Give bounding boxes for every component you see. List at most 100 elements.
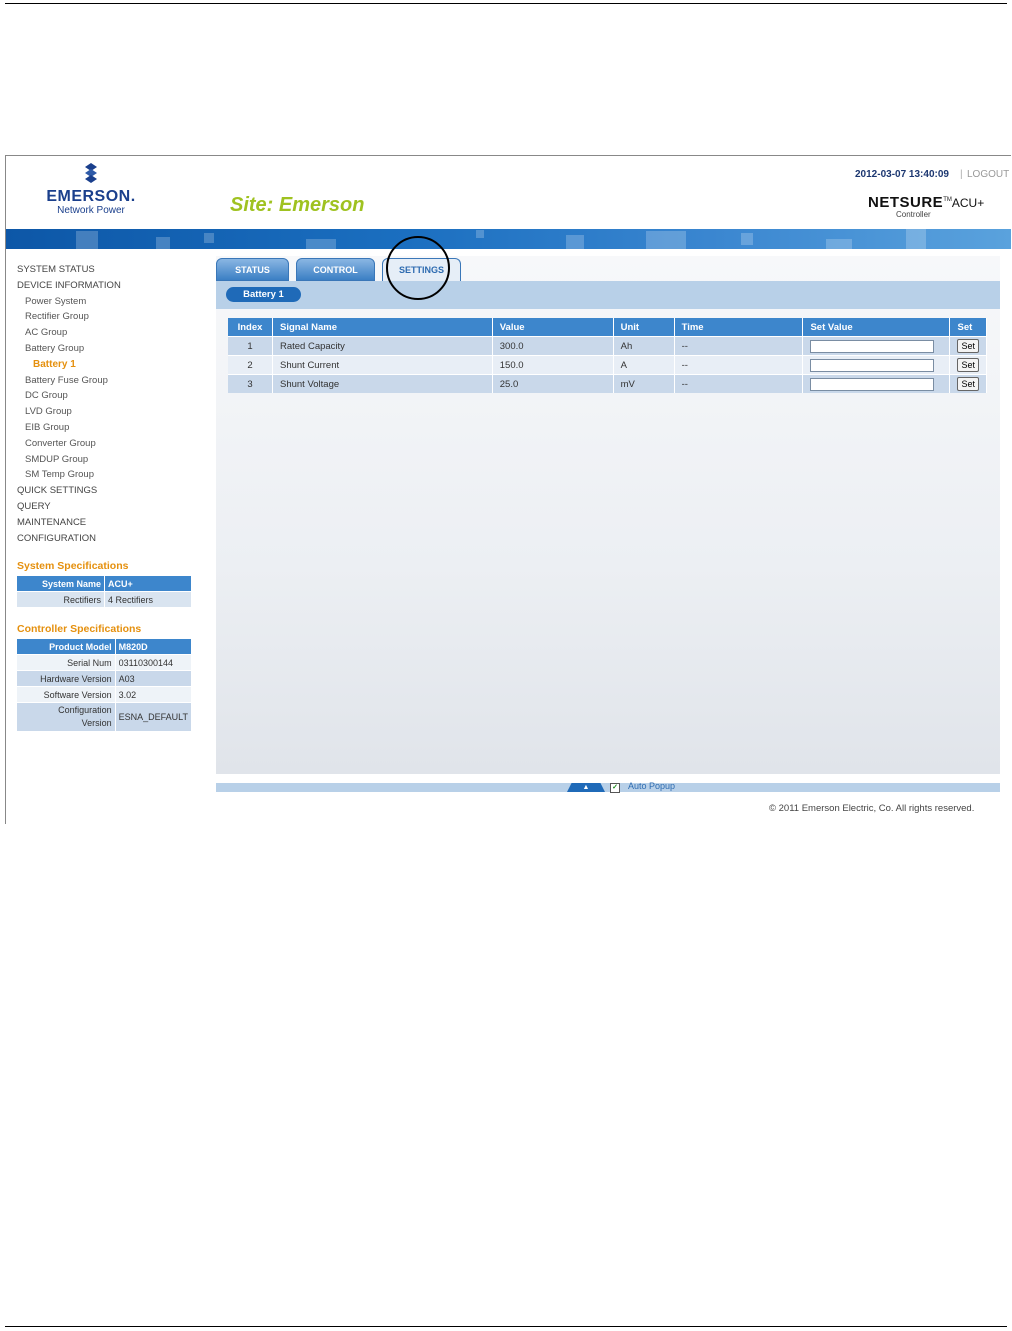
cell-unit: Ah (613, 336, 675, 356)
nav-item-battery-fuse-group[interactable]: Battery Fuse Group (17, 373, 121, 389)
col-time: Time (674, 318, 804, 337)
product-subtitle: Controller (896, 210, 931, 219)
nav-item-rectifier-group[interactable]: Rectifier Group (17, 309, 121, 325)
cell-time: -- (674, 336, 804, 356)
tab-bar: STATUS CONTROL SETTINGS (216, 258, 1000, 281)
site-title: Site: Emerson (230, 194, 365, 216)
spec-key: Serial Num (17, 654, 116, 671)
footer-bar (216, 783, 1000, 792)
cell-set-value (802, 355, 951, 375)
table-row: 1 Rated Capacity 300.0 Ah -- Set (228, 336, 987, 356)
cell-set: Set (949, 374, 987, 393)
nav-item-device-information[interactable]: DEVICE INFORMATION (17, 278, 121, 294)
cell-value: 150.0 (492, 355, 614, 375)
cell-index: 1 (228, 336, 273, 356)
nav-item-query[interactable]: QUERY (17, 499, 121, 515)
controller-specs-table: Product Model M820D Serial Num 031103001… (17, 639, 191, 732)
col-signal-name: Signal Name (272, 318, 493, 337)
brand-subtitle: Network Power (57, 205, 125, 216)
tab-status[interactable]: STATUS (216, 258, 289, 281)
spec-key: Rectifiers (17, 591, 105, 608)
nav-item-maintenance[interactable]: MAINTENANCE (17, 515, 121, 531)
collapse-arrow-icon[interactable]: ▲ (567, 783, 605, 792)
cell-unit: mV (613, 374, 675, 393)
spec-key: System Name (17, 576, 105, 592)
sidebar-nav: SYSTEM STATUS DEVICE INFORMATION Power S… (17, 262, 121, 546)
nav-item-converter-group[interactable]: Converter Group (17, 436, 121, 452)
cell-set: Set (949, 355, 987, 375)
device-subbar: Battery 1 (216, 281, 1000, 309)
spec-key: Product Model (17, 639, 116, 655)
product-tail: ACU+ (951, 196, 985, 210)
set-button[interactable]: Set (957, 377, 979, 391)
spec-row: Serial Num 03110300144 (17, 654, 191, 671)
spec-value: 4 Rectifiers (104, 591, 191, 608)
product-logo: NETSURETMACU+ Controller (868, 194, 985, 219)
brand-name: EMERSON. (46, 188, 136, 205)
header-banner (6, 229, 1011, 249)
table-row: 3 Shunt Voltage 25.0 mV -- Set (228, 374, 987, 393)
col-set: Set (949, 318, 987, 337)
cell-time: -- (674, 355, 804, 375)
device-pill-battery-1[interactable]: Battery 1 (226, 287, 301, 302)
set-value-input[interactable] (810, 358, 935, 372)
nav-item-eib-group[interactable]: EIB Group (17, 420, 121, 436)
nav-item-smdup-group[interactable]: SMDUP Group (17, 452, 121, 468)
set-value-input[interactable] (810, 339, 935, 353)
cell-value: 300.0 (492, 336, 614, 356)
cell-value: 25.0 (492, 374, 614, 393)
spec-key: Software Version (17, 686, 116, 703)
spec-value: A03 (115, 670, 191, 687)
nav-item-sm-temp-group[interactable]: SM Temp Group (17, 467, 121, 483)
nav-item-battery-group[interactable]: Battery Group (17, 341, 121, 357)
spec-row: Software Version 3.02 (17, 686, 191, 703)
system-specs-table: System Name ACU+ Rectifiers 4 Rectifiers (17, 576, 191, 608)
nav-item-dc-group[interactable]: DC Group (17, 388, 121, 404)
page-bottom-rule (5, 1326, 1007, 1327)
tab-control[interactable]: CONTROL (296, 258, 375, 281)
emerson-logo-icon (85, 163, 97, 183)
header: EMERSON. Network Power Site: Emerson 201… (6, 156, 1011, 229)
col-unit: Unit (613, 318, 675, 337)
nav-item-quick-settings[interactable]: QUICK SETTINGS (17, 483, 121, 499)
callout-circle (386, 236, 450, 300)
cell-index: 2 (228, 355, 273, 375)
set-button[interactable]: Set (957, 339, 979, 353)
col-index: Index (228, 318, 273, 337)
col-value: Value (492, 318, 614, 337)
nav-item-battery-1[interactable]: Battery 1 (17, 357, 121, 373)
spec-key: Configuration Version (17, 702, 116, 732)
set-value-input[interactable] (810, 377, 935, 391)
nav-item-system-status[interactable]: SYSTEM STATUS (17, 262, 121, 278)
nav-item-lvd-group[interactable]: LVD Group (17, 404, 121, 420)
cell-set-value (802, 336, 951, 356)
spec-key: Hardware Version (17, 670, 116, 687)
auto-popup-checkbox[interactable]: ✓ (610, 783, 620, 793)
table-row: 2 Shunt Current 150.0 A -- Set (228, 355, 987, 375)
copyright: © 2011 Emerson Electric, Co. All rights … (769, 803, 975, 814)
col-set-value: Set Value (802, 318, 951, 337)
cell-signal-name: Shunt Voltage (272, 374, 493, 393)
cell-set-value (802, 374, 951, 393)
set-button[interactable]: Set (957, 358, 979, 372)
spec-value: 03110300144 (115, 654, 191, 671)
header-separator: | (960, 169, 963, 180)
datetime: 2012-03-07 13:40:09 (855, 169, 949, 180)
logout-link[interactable]: LOGOUT (967, 169, 1009, 180)
spec-row: Hardware Version A03 (17, 670, 191, 687)
cell-signal-name: Rated Capacity (272, 336, 493, 356)
emerson-logo: EMERSON. Network Power (36, 162, 146, 216)
spec-value: M820D (115, 639, 191, 655)
nav-item-ac-group[interactable]: AC Group (17, 325, 121, 341)
spec-row: Product Model M820D (17, 639, 191, 655)
spec-row: System Name ACU+ (17, 576, 191, 592)
nav-item-power-system[interactable]: Power System (17, 294, 121, 310)
product-tm: TM (943, 197, 952, 203)
spec-value: 3.02 (115, 686, 191, 703)
spec-row: Rectifiers 4 Rectifiers (17, 591, 191, 608)
spec-row: Configuration Version ESNA_DEFAULT (17, 702, 191, 732)
spec-value: ACU+ (104, 576, 191, 592)
cell-unit: A (613, 355, 675, 375)
auto-popup-label: Auto Popup (628, 781, 676, 791)
nav-item-configuration[interactable]: CONFIGURATION (17, 531, 121, 547)
